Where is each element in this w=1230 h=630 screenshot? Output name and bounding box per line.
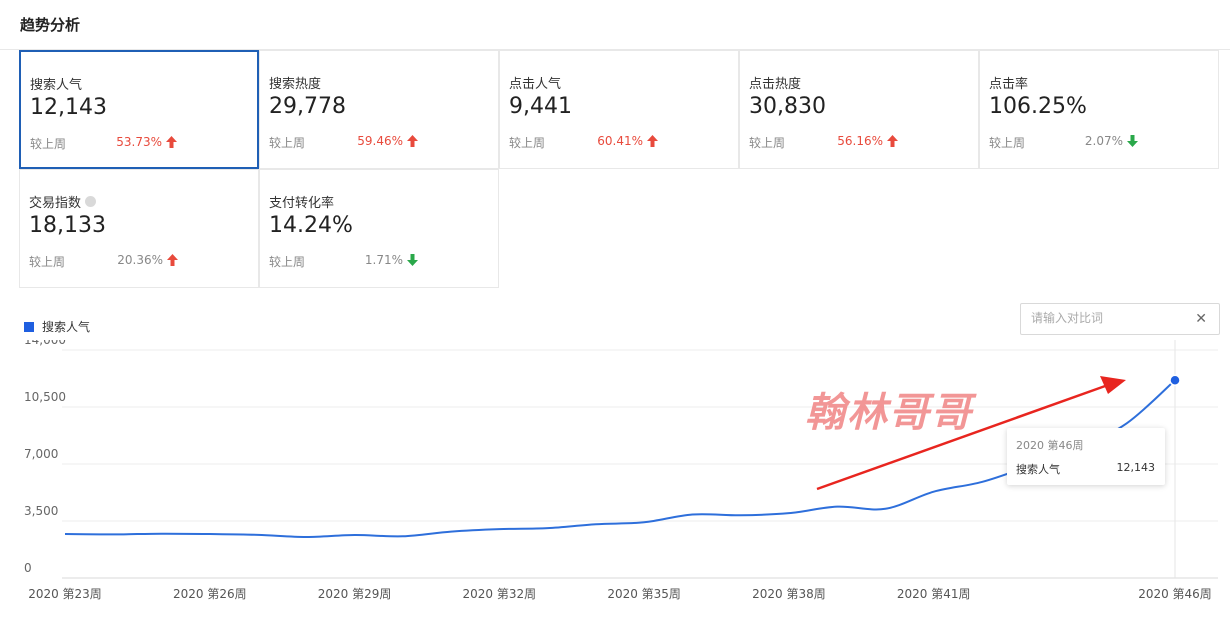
metric-value: 9,441 (509, 94, 572, 119)
metric-compare-label: 较上周 (509, 136, 546, 150)
metric-card-click-rate[interactable]: 点击率 106.25% 较上周 2.07% (979, 50, 1219, 169)
arrow-down-icon (407, 254, 418, 266)
metric-compare-label: 较上周 (269, 136, 306, 150)
metric-label: 点击热度 (749, 77, 802, 92)
metric-label: 点击人气 (509, 77, 562, 92)
compare-keyword-field[interactable]: ✕ (1020, 303, 1220, 335)
annotation-arrow-head (1100, 376, 1126, 394)
metric-change-pct: 53.73% (116, 135, 162, 149)
page-header: 趋势分析 (0, 0, 1230, 50)
y-tick-label: 14,000 (24, 340, 66, 347)
metric-card-pay-conversion[interactable]: 支付转化率 14.24% 较上周 1.71% (259, 169, 499, 288)
arrow-up-icon (407, 135, 418, 147)
metric-label: 交易指数 (29, 192, 97, 211)
data-point-highlight (1169, 374, 1181, 386)
x-tick-label: 2020 第26周 (173, 587, 247, 601)
metric-card-trade-index[interactable]: 交易指数 18,133 较上周 20.36% (19, 169, 259, 288)
tooltip-title: 2020 第46周 (1016, 439, 1084, 452)
arrow-up-icon (647, 135, 658, 147)
metric-card-click-heat[interactable]: 点击热度 30,830 较上周 56.16% (739, 50, 979, 169)
metric-compare-label: 较上周 (749, 136, 786, 150)
metric-label: 搜索热度 (269, 77, 322, 92)
arrow-up-icon (887, 135, 898, 147)
metric-value: 14.24% (269, 213, 353, 238)
metric-label: 支付转化率 (269, 196, 335, 211)
metric-compare-label: 较上周 (989, 136, 1026, 150)
x-tick-label: 2020 第29周 (318, 587, 392, 601)
metric-compare: 56.16% (837, 134, 898, 148)
compare-keyword-input[interactable] (1031, 311, 1181, 325)
info-icon[interactable] (85, 196, 97, 207)
metric-change-pct: 2.07% (1084, 134, 1123, 148)
chart-tooltip: 2020 第46周 搜索人气 12,143 (1007, 428, 1165, 485)
arrow-up-icon (167, 254, 178, 266)
metric-value: 30,830 (749, 94, 826, 119)
x-tick-label: 2020 第41周 (897, 587, 971, 601)
tooltip-series-name: 搜索人气 (1016, 463, 1060, 476)
metric-compare: 20.36% (117, 253, 178, 267)
metric-change-pct: 60.41% (597, 134, 643, 148)
metric-value: 18,133 (29, 213, 106, 238)
metric-card-search-popularity[interactable]: 搜索人气 12,143 较上周 53.73% (19, 50, 259, 169)
legend-swatch (24, 321, 34, 332)
metric-change-pct: 56.16% (837, 134, 883, 148)
x-tick-label: 2020 第35周 (607, 587, 681, 601)
metric-card-search-heat[interactable]: 搜索热度 29,778 较上周 59.46% (259, 50, 499, 169)
y-tick-label: 10,500 (24, 390, 66, 404)
arrow-down-icon (1127, 135, 1138, 147)
metric-label: 点击率 (989, 77, 1029, 92)
metric-value: 12,143 (30, 95, 107, 120)
metric-card-click-popularity[interactable]: 点击人气 9,441 较上周 60.41% (499, 50, 739, 169)
trend-chart: 0 3,500 7,000 10,500 14,000 2020 第23周 2020 第26… (0, 340, 1230, 630)
trend-chart-svg: 0 3,500 7,000 10,500 14,000 2020 第23周 2020 第26… (24, 340, 1218, 601)
metric-compare: 2.07% (1085, 134, 1138, 148)
x-tick-label: 2020 第32周 (463, 587, 537, 601)
metric-change-pct: 20.36% (117, 253, 163, 267)
metric-label: 搜索人气 (30, 78, 83, 93)
close-icon[interactable]: ✕ (1195, 311, 1207, 327)
y-tick-label: 0 (24, 561, 32, 575)
chart-legend[interactable]: 搜索人气 (24, 318, 90, 335)
arrow-up-icon (166, 136, 177, 148)
metric-compare: 53.73% (116, 135, 177, 149)
metric-compare: 1.71% (365, 253, 418, 267)
y-tick-label: 7,000 (24, 447, 58, 461)
metric-compare: 59.46% (357, 134, 418, 148)
metric-compare-label: 较上周 (269, 255, 306, 269)
x-tick-label: 2020 第23周 (28, 587, 102, 601)
x-tick-label: 2020 第46周 (1138, 587, 1212, 601)
metric-value: 106.25% (989, 94, 1087, 119)
watermark: 翰林哥哥 (805, 390, 973, 436)
legend-label: 搜索人气 (42, 320, 91, 334)
tooltip-series-value: 12,143 (1116, 461, 1156, 474)
metric-compare-label: 较上周 (30, 137, 67, 151)
page-title: 趋势分析 (20, 16, 81, 34)
x-tick-label: 2020 第38周 (752, 587, 826, 601)
metric-compare: 60.41% (597, 134, 658, 148)
metric-value: 29,778 (269, 94, 346, 119)
y-tick-label: 3,500 (24, 504, 58, 518)
metric-compare-label: 较上周 (29, 255, 66, 269)
metric-change-pct: 59.46% (357, 134, 403, 148)
metric-change-pct: 1.71% (364, 253, 403, 267)
